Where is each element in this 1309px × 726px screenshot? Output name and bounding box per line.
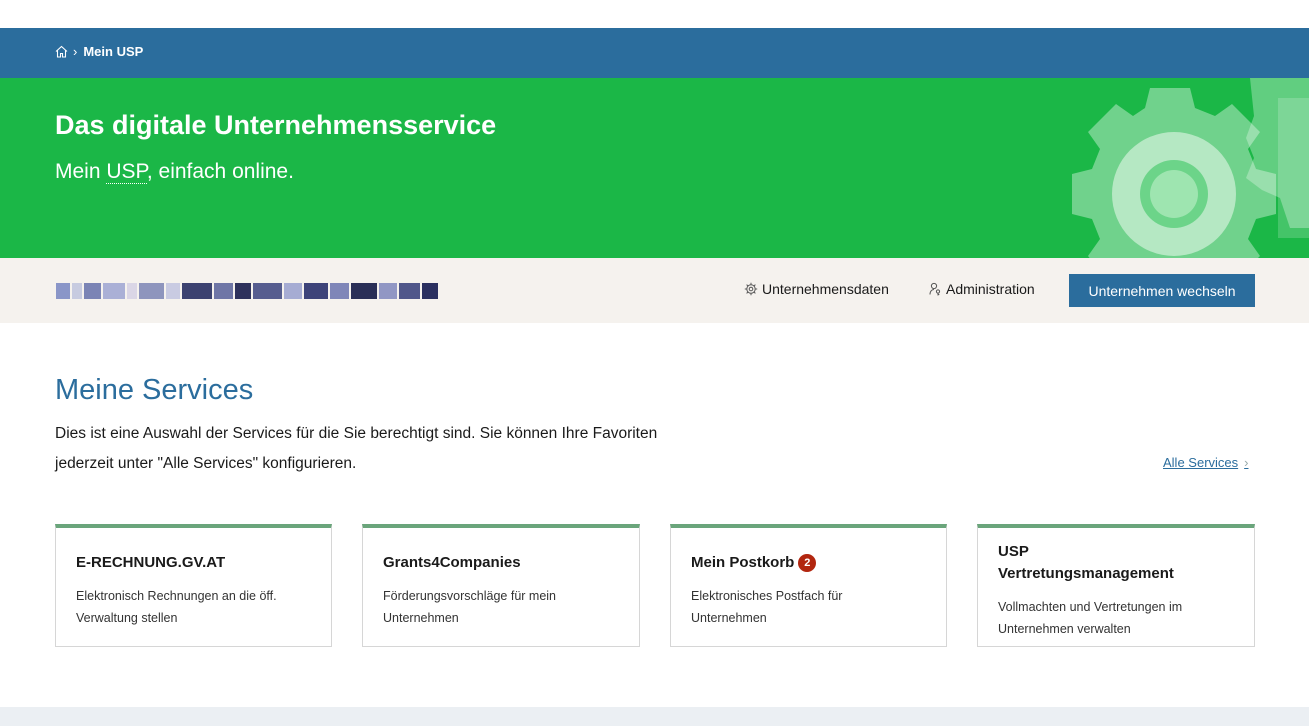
hero-subtitle-start: Mein [55, 160, 107, 183]
card-title: E-RECHNUNG.GV.AT [76, 554, 226, 571]
home-icon[interactable] [55, 45, 68, 58]
person-key-icon [929, 282, 941, 296]
card-text: Vollmachten und Vertretungen im Unterneh… [998, 600, 1183, 636]
chevron-right-icon: › [73, 44, 78, 59]
service-card-postkorb[interactable]: Mein Postkorb 2 Elektronisches Postfach f… [670, 524, 947, 647]
switch-company-button[interactable]: Unternehmen wechseln [1069, 274, 1255, 307]
gears-illustration [1072, 78, 1309, 258]
card-title: Mein Postkorb 2 [691, 552, 817, 574]
chevron-right-icon: › [1244, 455, 1249, 470]
company-data-label: Unternehmensdaten [762, 281, 889, 297]
service-card-grants4companies[interactable]: Grants4Companies Förderungsvorschläge fü… [362, 524, 640, 647]
card-title: Grants4Companies [383, 554, 521, 571]
card-text: Elektronisch Rechnungen an die öff. Verw… [76, 589, 277, 625]
gear-icon [744, 282, 758, 296]
card-text: Förderungsvorschläge für mein Unternehme… [383, 589, 556, 625]
all-services-label: Alle Services [1163, 455, 1239, 470]
breadcrumb: › Mein USP [55, 44, 143, 59]
company-name-redacted [56, 283, 438, 299]
unread-count-badge: 2 [798, 554, 817, 572]
hero-subtitle: Mein USP, einfach online. [55, 160, 294, 184]
administration-label: Administration [946, 281, 1035, 297]
section-title: Meine Services [55, 374, 254, 406]
hero-banner: Das digitale Unternehmensservice Mein US… [0, 78, 1309, 258]
footer-strip [0, 707, 1309, 726]
all-services-link[interactable]: Alle Services › [1163, 455, 1248, 470]
card-text: Elektronisches Postfach für Unternehmen [691, 589, 843, 625]
service-card-e-rechnung[interactable]: E-RECHNUNG.GV.AT Elektronisch Rechnungen… [55, 524, 332, 647]
hero-subtitle-end: , einfach online. [146, 160, 294, 183]
administration-link[interactable]: Administration [929, 281, 1035, 297]
card-title-text: Mein Postkorb [691, 554, 795, 571]
company-bar: Unternehmensdaten Administration Unterne… [0, 258, 1309, 323]
breadcrumb-current: Mein USP [83, 44, 144, 59]
service-card-vertretungsmanagement[interactable]: USP Vertretungsmanagement Vollmachten un… [977, 524, 1255, 647]
section-description: Dies ist eine Auswahl der Services für d… [55, 425, 658, 472]
usp-abbreviation: USP [106, 160, 147, 184]
company-data-link[interactable]: Unternehmensdaten [744, 281, 889, 297]
hero-title: Das digitale Unternehmensservice [55, 110, 497, 140]
breadcrumb-bar: › Mein USP [0, 28, 1309, 78]
card-title: USP Vertretungsmanagement [998, 543, 1174, 582]
